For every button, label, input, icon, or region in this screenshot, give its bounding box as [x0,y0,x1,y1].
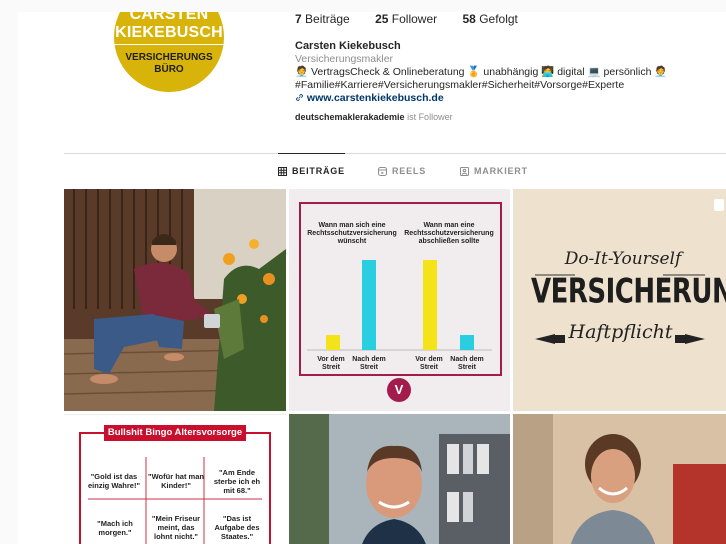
brand-badge: V [387,378,411,402]
logo-line-1: CARSTEN [129,12,209,23]
tab-reels[interactable]: REELS [378,154,426,188]
diy-main: VERSICHERUNG [531,272,726,312]
bingo-cell-4: "Mach ich morgen." [97,519,133,537]
post-photo-garden [64,189,286,411]
bio-line-1: 🧑‍💼 VertragsCheck & Onlineberatung 🏅 una… [295,66,668,78]
profile-bio: Carsten Kiekebusch Versicherungsmakler 🧑… [295,40,725,124]
bar-label-4: Nach dem Streit [450,356,484,371]
logo-line-4: BÜRO [154,64,184,75]
post-photo-portrait-man [289,414,510,544]
bingo-cell-6: "Das ist Aufgabe des Staates." [214,514,260,541]
bingo-cell-2: "Wofür hat man Kinder!" [148,472,204,490]
profile-stats: 7 Beiträge 25 Follower 58 Gefolgt [295,12,540,26]
bar-should-before [423,260,437,350]
reels-icon [378,166,387,176]
stat-following[interactable]: 58 Gefolgt [462,12,517,26]
post-smiling-woman[interactable] [513,414,726,544]
multi-post-icon [714,199,724,211]
followed-by[interactable]: deutschemaklerakademie ist Follower [295,111,725,124]
post-diy-haftpflicht[interactable]: Do-It-Yourself VERSICHERUNG Haftpflicht [513,189,726,411]
bingo-cell-1: "Gold ist das einzig Wahre!" [87,472,141,490]
logo-divider [114,44,224,45]
bingo-title: Bullshit Bingo Altersvorsorge [104,425,246,441]
profile-link-row[interactable]: www.carstenkiekebusch.de [295,92,725,105]
diy-title: Do-It-Yourself [564,249,682,269]
profile-tabs: BEITRÄGE REELS MARKIERT [64,153,726,188]
bar-label-1: Vor dem Streit [317,356,345,371]
bar-wish-after [362,260,376,350]
tagged-icon [460,166,469,176]
logo-line-2: KIEKEBUSCH [115,24,223,41]
logo-line-3: VERSICHERUNGS [125,52,213,63]
grid-icon [278,166,287,176]
post-portrait-man[interactable] [289,414,510,544]
post-bullshit-bingo[interactable]: Bullshit Bingo Altersvorsorge "Gold ist … [64,414,286,544]
diy-sub: Haftpflicht [568,321,673,343]
bar-wish-before [326,335,340,350]
post-photo-woman [513,414,726,544]
post-rechtsschutz-chart[interactable]: Wann man sich eine Rechtsschutzversicher… [289,189,510,411]
stat-posts: 7 Beiträge [295,12,350,26]
bar-should-after [460,335,474,350]
profile-page: CARSTEN KIEKEBUSCH VERSICHERUNGS BÜRO 7 … [18,12,726,544]
profile-category: Versicherungsmakler [295,53,394,65]
link-icon [296,94,303,101]
tab-tagged[interactable]: MARKIERT [460,154,528,188]
bingo-cell-3: "Am Ende sterbe ich eh mit 68." [213,468,261,495]
post-man-watering-plants[interactable] [64,189,286,411]
bingo-cell-5: "Mein Friseur meint, das lohnt nicht." [151,514,201,541]
profile-avatar[interactable]: CARSTEN KIEKEBUSCH VERSICHERUNGS BÜRO [114,12,224,92]
bar-label-3: Vor dem Streit [415,356,443,371]
stat-followers[interactable]: 25 Follower [375,12,437,26]
profile-link[interactable]: www.carstenkiekebusch.de [307,92,444,104]
bar-label-2: Nach dem Streit [352,356,386,371]
bio-line-2: #Familie#Karriere#Versicherungsmakler#Si… [295,79,625,91]
tab-posts[interactable]: BEITRÄGE [278,153,345,188]
profile-name: Carsten Kiekebusch [295,40,401,52]
